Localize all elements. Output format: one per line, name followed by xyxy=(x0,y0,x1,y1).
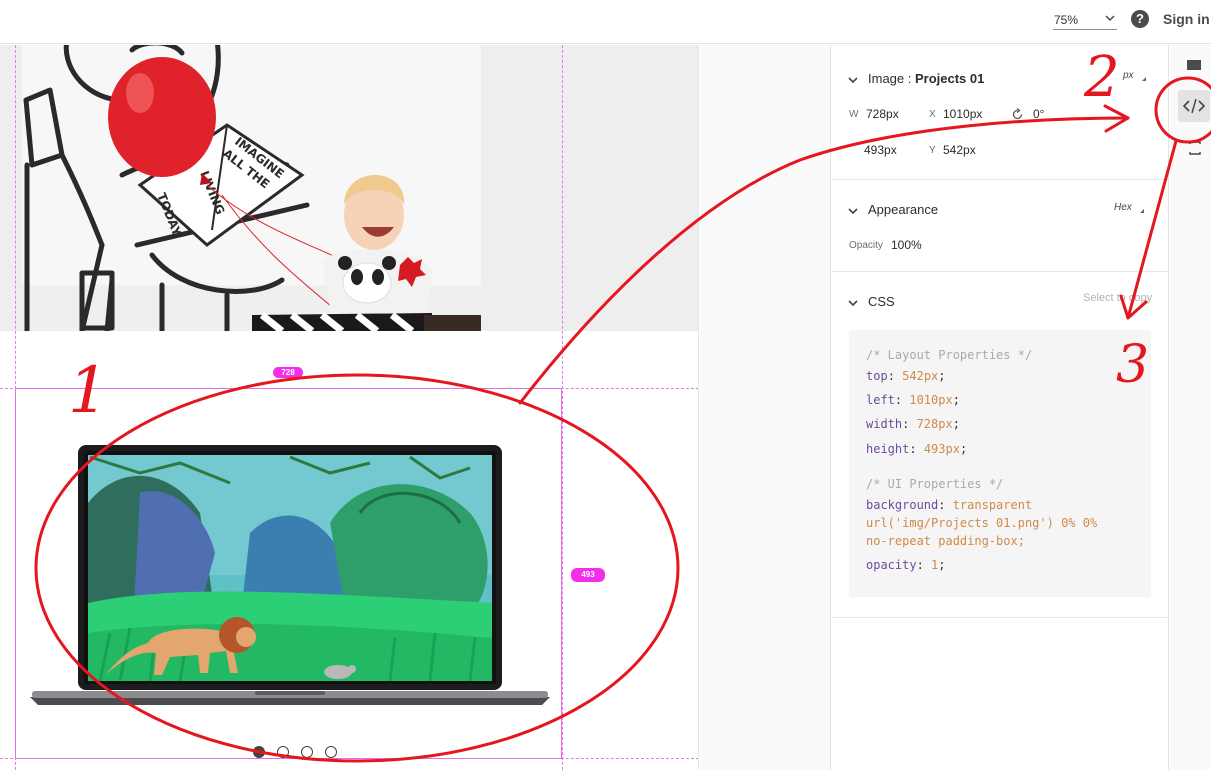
appearance-section: Appearance Hex Opacity 100% xyxy=(832,180,1169,272)
color-format-value: Hex xyxy=(1114,202,1132,213)
y-label: Y xyxy=(929,145,936,156)
unit-selector[interactable]: px xyxy=(1123,70,1146,81)
height-value[interactable]: 493px xyxy=(864,143,897,157)
css-title: CSS xyxy=(868,294,895,309)
comments-icon[interactable] xyxy=(1187,60,1201,70)
carousel-dot-4[interactable] xyxy=(325,746,337,758)
css-section-header[interactable]: CSS xyxy=(848,294,895,309)
code-comment-layout: /* Layout Properties */ xyxy=(866,348,1033,362)
chevron-down-icon xyxy=(848,299,858,306)
hero-photo-illustration: IMAGINE ALL THE LIVING TODAY xyxy=(22,45,481,331)
opacity-value[interactable]: 100% xyxy=(891,238,922,252)
appearance-title: Appearance xyxy=(868,202,939,217)
code-line-background: background: transparent xyxy=(866,498,1033,512)
canvas-gutter xyxy=(700,45,831,770)
code-line-background-url: url('img/Projects 01.png') 0% 0% xyxy=(866,516,1098,530)
unit-value: px xyxy=(1123,70,1134,81)
height-badge: 493 xyxy=(571,568,605,582)
color-format-dropdown-icon xyxy=(1139,209,1144,213)
css-code-block[interactable]: /* Layout Properties */ top: 542px; left… xyxy=(849,330,1151,597)
chevron-down-icon xyxy=(848,207,858,214)
guide-right xyxy=(562,45,563,770)
image-section-name: Projects 01 xyxy=(914,71,985,86)
opacity-label: Opacity xyxy=(849,240,883,251)
carousel-dot-2[interactable] xyxy=(277,746,289,758)
code-line-background-repeat: no-repeat padding-box; xyxy=(866,534,1025,548)
appearance-section-header[interactable]: Appearance xyxy=(848,202,938,217)
carousel-dot-1[interactable] xyxy=(253,746,265,758)
width-label: W xyxy=(849,109,859,120)
design-canvas[interactable]: IMAGINE ALL THE LIVING TODAY 728 493 xyxy=(0,45,699,770)
hero-photo[interactable]: IMAGINE ALL THE LIVING TODAY xyxy=(22,45,481,331)
x-label: X xyxy=(929,109,936,120)
image-section: Image : Projects 01 px W 728px X 1010px … xyxy=(832,45,1169,180)
code-view-button[interactable] xyxy=(1178,90,1210,122)
select-to-copy-link[interactable]: Select to copy xyxy=(1083,292,1152,304)
rotation-icon xyxy=(1012,108,1023,120)
carousel-dots xyxy=(253,745,343,759)
inspect-panel: Image : Projects 01 px W 728px X 1010px … xyxy=(832,45,1169,770)
code-icon xyxy=(1182,98,1206,114)
chevron-down-icon xyxy=(1105,15,1115,21)
code-line-width: width: 728px; xyxy=(866,417,960,431)
width-value[interactable]: 728px xyxy=(866,107,899,121)
code-line-left: left: 1010px; xyxy=(866,393,960,407)
image-section-prefix: Image : xyxy=(868,71,915,86)
zoom-dropdown[interactable]: 75% xyxy=(1053,10,1117,30)
code-line-opacity: opacity: 1; xyxy=(866,558,946,572)
zoom-value: 75% xyxy=(1054,13,1079,27)
css-section: CSS Select to copy /* Layout Properties … xyxy=(832,272,1169,618)
share-icon[interactable] xyxy=(1187,140,1203,156)
top-bar: 75% ? Sign in xyxy=(0,0,1211,44)
laptop-image[interactable] xyxy=(30,443,550,711)
width-badge: 728 xyxy=(273,367,303,378)
image-section-header[interactable]: Image : Projects 01 xyxy=(848,71,984,86)
y-value[interactable]: 542px xyxy=(943,143,976,157)
code-comment-ui: /* UI Properties */ xyxy=(866,477,1004,491)
code-line-height: height: 493px; xyxy=(866,442,968,456)
code-line-top: top: 542px; xyxy=(866,369,946,383)
chevron-down-icon xyxy=(848,76,858,83)
color-format-selector[interactable]: Hex xyxy=(1114,202,1144,213)
xd-inspect-window: 75% ? Sign in IMAGINE ALL THE LIVING TOD… xyxy=(0,0,1211,770)
unit-dropdown-icon xyxy=(1141,77,1146,81)
carousel-dot-3[interactable] xyxy=(301,746,313,758)
help-icon[interactable]: ? xyxy=(1131,10,1149,28)
rotation-value[interactable]: 0° xyxy=(1033,107,1044,121)
sign-in-link[interactable]: Sign in xyxy=(1163,11,1210,27)
x-value[interactable]: 1010px xyxy=(943,107,982,121)
